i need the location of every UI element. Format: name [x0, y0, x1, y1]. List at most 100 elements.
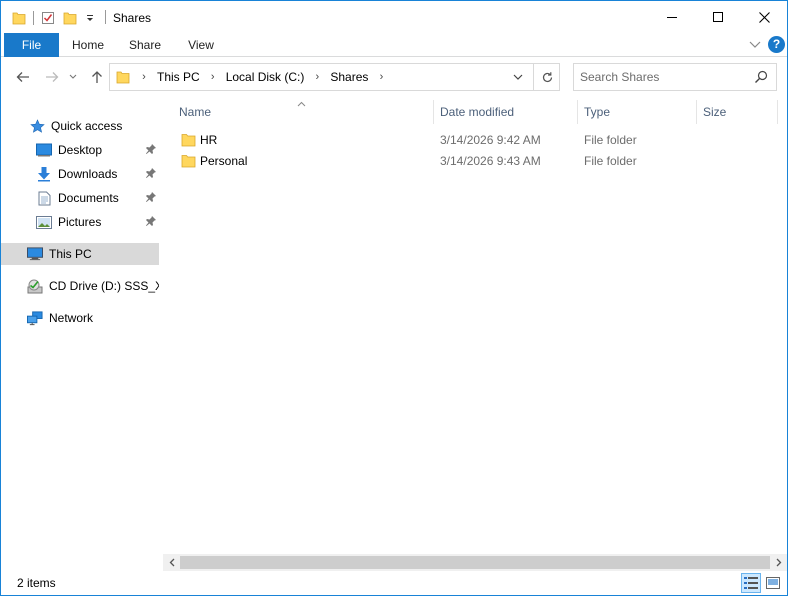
download-icon — [36, 166, 52, 182]
details-view-icon — [744, 577, 758, 589]
scroll-right-button[interactable] — [770, 554, 787, 571]
chevron-down-icon — [69, 74, 77, 79]
maximize-button[interactable] — [695, 1, 741, 33]
recent-locations-button[interactable] — [65, 66, 81, 88]
title-divider — [105, 10, 106, 24]
close-icon — [758, 11, 770, 23]
column-divider[interactable] — [777, 100, 778, 124]
column-header-name[interactable]: Name — [173, 99, 433, 125]
file-row[interactable]: Personal 3/14/2026 9:43 AM File folder — [163, 151, 773, 172]
pin-icon[interactable] — [145, 191, 157, 206]
file-name: Personal — [200, 154, 248, 168]
nav-this-pc[interactable]: This PC — [1, 243, 159, 265]
help-icon: ? — [772, 37, 781, 51]
nav-network[interactable]: Network — [1, 307, 159, 329]
quick-access-toolbar — [11, 9, 98, 27]
maximize-icon — [713, 12, 723, 22]
chevron-right-icon[interactable]: › — [309, 71, 325, 83]
ribbon-tabs: File Home Share View ? — [1, 33, 787, 57]
breadcrumb: › This PC › Local Disk (C:) › Shares › — [136, 64, 389, 90]
explorer-window: Shares File Home Share View ? › This PC … — [0, 0, 788, 596]
back-button[interactable] — [12, 66, 34, 88]
file-date-modified: 3/14/2026 9:42 AM — [440, 133, 541, 147]
window-title: Shares — [113, 11, 152, 25]
chevron-down-icon — [513, 74, 523, 80]
documents-icon — [36, 190, 52, 206]
file-date-modified: 3/14/2026 9:43 AM — [440, 154, 541, 168]
pin-icon[interactable] — [145, 215, 157, 230]
tab-view[interactable]: View — [173, 33, 229, 57]
large-icons-view-icon — [766, 577, 780, 589]
nav-cd-drive[interactable]: CD Drive (D:) SSS_X64 — [1, 275, 159, 297]
navigation-pane: Quick access Desktop Downloads Documents… — [1, 98, 162, 569]
details-view-button[interactable] — [741, 573, 761, 593]
status-bar: 2 items — [1, 571, 787, 595]
help-button[interactable]: ? — [768, 36, 785, 53]
chevron-down-icon — [749, 41, 761, 48]
pictures-icon — [36, 214, 52, 230]
search-icon[interactable] — [754, 70, 768, 87]
nav-downloads[interactable]: Downloads — [1, 163, 159, 185]
address-history-button[interactable] — [508, 68, 528, 86]
tab-file[interactable]: File — [4, 33, 59, 57]
pin-icon[interactable] — [145, 167, 157, 182]
tab-share[interactable]: Share — [117, 33, 173, 57]
customize-toolbar-icon[interactable] — [82, 10, 98, 26]
folder-icon — [181, 133, 196, 150]
cd-drive-icon — [27, 278, 43, 294]
close-button[interactable] — [741, 1, 787, 33]
forward-button[interactable] — [41, 66, 63, 88]
arrow-up-icon — [92, 71, 102, 83]
search-box[interactable] — [573, 63, 777, 91]
search-input[interactable] — [580, 68, 750, 86]
file-list: Name Date modified Type Size HR 3/14/202… — [163, 98, 785, 554]
pin-icon[interactable] — [145, 143, 157, 158]
column-header-type[interactable]: Type — [578, 99, 696, 125]
chevron-right-icon[interactable]: › — [205, 71, 221, 83]
new-folder-icon[interactable] — [62, 10, 78, 26]
file-type: File folder — [584, 154, 637, 168]
network-icon — [27, 310, 43, 326]
folder-icon — [116, 70, 130, 87]
breadcrumb-this-pc[interactable]: This PC — [152, 70, 205, 84]
breadcrumb-local-disk[interactable]: Local Disk (C:) — [221, 70, 310, 84]
expand-ribbon-button[interactable] — [747, 37, 763, 53]
tab-home[interactable]: Home — [59, 33, 117, 57]
nav-documents[interactable]: Documents — [1, 187, 159, 209]
toolbar-divider — [33, 11, 34, 25]
arrow-right-icon — [46, 72, 59, 82]
file-name: HR — [200, 133, 218, 147]
arrow-left-icon — [16, 72, 29, 82]
column-header-size[interactable]: Size — [697, 99, 777, 125]
up-button[interactable] — [86, 66, 108, 88]
scrollbar-thumb[interactable] — [180, 556, 770, 569]
refresh-icon — [542, 71, 552, 82]
minimize-button[interactable] — [649, 1, 695, 33]
folder-icon — [181, 154, 196, 171]
chevron-right-icon[interactable]: › — [373, 71, 389, 83]
minimize-icon — [667, 17, 677, 18]
nav-desktop[interactable]: Desktop — [1, 139, 159, 161]
breadcrumb-shares[interactable]: Shares — [325, 70, 373, 84]
refresh-button[interactable] — [533, 64, 560, 90]
nav-pictures[interactable]: Pictures — [1, 211, 159, 233]
title-bar: Shares — [1, 1, 787, 33]
address-bar[interactable]: › This PC › Local Disk (C:) › Shares › — [109, 63, 560, 91]
chevron-right-icon[interactable]: › — [136, 71, 152, 83]
scroll-left-button[interactable] — [163, 554, 180, 571]
chevron-right-icon — [776, 558, 781, 567]
nav-quick-access[interactable]: Quick access — [1, 115, 159, 137]
properties-icon[interactable] — [40, 10, 56, 26]
column-header-date-modified[interactable]: Date modified — [434, 99, 577, 125]
star-icon — [29, 118, 45, 134]
file-type: File folder — [584, 133, 637, 147]
computer-icon — [27, 246, 43, 262]
item-count: 2 items — [17, 576, 56, 590]
desktop-icon — [36, 142, 52, 158]
chevron-left-icon — [169, 558, 174, 567]
horizontal-scrollbar[interactable] — [163, 554, 787, 571]
navigation-bar: › This PC › Local Disk (C:) › Shares › — [1, 58, 787, 96]
large-icons-view-button[interactable] — [763, 573, 783, 593]
file-row[interactable]: HR 3/14/2026 9:42 AM File folder — [163, 130, 773, 151]
folder-icon — [11, 10, 27, 26]
